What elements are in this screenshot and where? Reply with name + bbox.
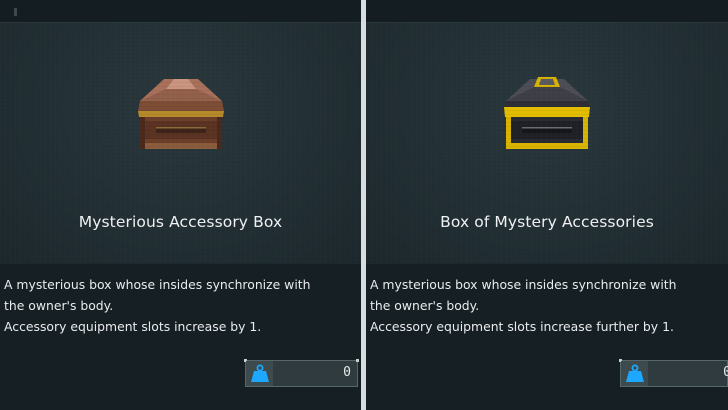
description-line: the owner's body.: [370, 298, 480, 313]
comparison-screenshot: Mysterious Accessory Box A mysterious bo…: [0, 0, 728, 410]
item-name: Mysterious Accessory Box: [78, 213, 283, 231]
panel-top-bar: [366, 0, 728, 23]
description-line: Accessory equipment slots increase furth…: [370, 319, 674, 334]
description-area: A mysterious box whose insides synchroni…: [366, 264, 728, 410]
item-card: Mysterious Accessory Box: [0, 23, 361, 263]
weight-icon: [626, 364, 644, 382]
corner-marker: [356, 359, 359, 362]
description-line: the owner's body.: [4, 298, 114, 313]
top-bar-notch: [14, 8, 17, 16]
item-description: A mysterious box whose insides synchroni…: [4, 274, 357, 337]
item-description: A mysterious box whose insides synchroni…: [370, 274, 724, 337]
weight-icon-container: [621, 361, 648, 386]
bronze-chest-icon: [137, 79, 224, 149]
item-name: Box of Mystery Accessories: [440, 213, 654, 231]
weight-display: 0: [619, 359, 728, 387]
item-card: Box of Mystery Accessories: [366, 23, 728, 263]
weight-value: 0: [343, 365, 351, 380]
item-panel-left: Mysterious Accessory Box A mysterious bo…: [0, 0, 361, 410]
description-line: A mysterious box whose insides synchroni…: [4, 277, 311, 292]
weight-icon-container: [246, 361, 273, 386]
item-panel-right: Box of Mystery Accessories A mysterious …: [366, 0, 728, 410]
weight-icon: [251, 364, 269, 382]
weight-value: 0: [723, 365, 728, 380]
weight-display: 0: [244, 359, 359, 387]
panel-top-bar: [0, 0, 361, 23]
description-area: A mysterious box whose insides synchroni…: [0, 264, 361, 410]
gold-trimmed-chest-icon: [504, 77, 590, 149]
description-line: Accessory equipment slots increase by 1.: [4, 319, 262, 334]
description-line: A mysterious box whose insides synchroni…: [370, 277, 677, 292]
